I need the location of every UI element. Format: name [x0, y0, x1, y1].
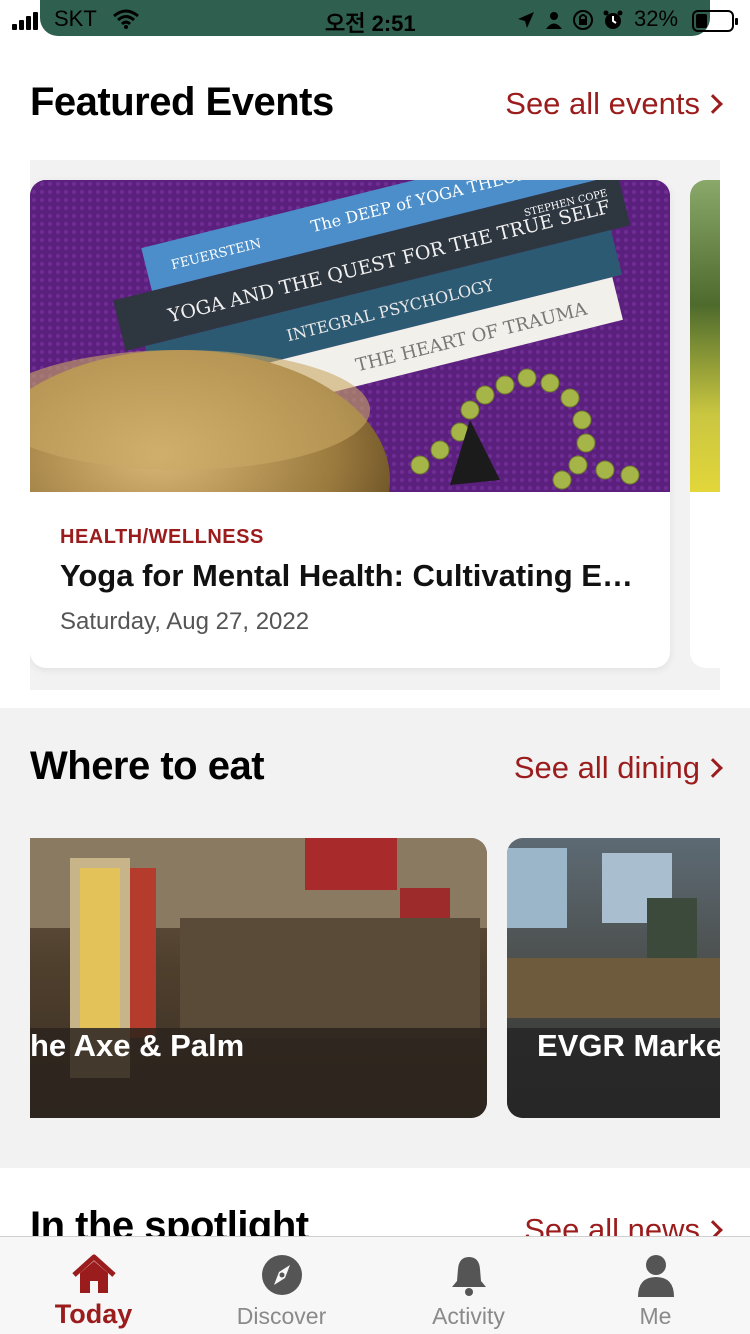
event-card[interactable]: FEUERSTEIN The DEEP of YOGA THEORY AND P… [30, 180, 670, 668]
alarm-icon [603, 10, 623, 29]
where-to-eat-title: Where to eat [30, 744, 265, 788]
dining-card-name: EVGR Market [537, 1028, 720, 1063]
status-icons [516, 8, 628, 32]
compass-icon [261, 1255, 302, 1295]
signal-icon [12, 12, 40, 30]
tab-today-label: Today [54, 1299, 133, 1329]
dining-card[interactable]: he Axe & Palm [30, 838, 487, 1118]
featured-events-carousel[interactable]: FEUERSTEIN The DEEP of YOGA THEORY AND P… [30, 160, 720, 690]
event-card-next[interactable] [690, 180, 720, 668]
person-icon [637, 1255, 674, 1297]
tab-activity[interactable]: Activity [375, 1237, 562, 1334]
chevron-right-icon [703, 758, 723, 778]
event-title: Yoga for Mental Health: Cultivating E… [60, 558, 633, 593]
see-all-dining-label: See all dining [513, 750, 700, 785]
featured-events-title: Featured Events [30, 80, 334, 124]
dining-image [507, 848, 720, 1118]
tab-discover[interactable]: Discover [188, 1237, 375, 1334]
tab-me-label: Me [639, 1303, 672, 1329]
tab-bar: Today Discover Activity Me [0, 1236, 750, 1334]
status-bar-row: SKT 오전 2:51 32% [0, 4, 750, 36]
dining-image [30, 838, 487, 1118]
battery-percent: 32% [634, 6, 679, 31]
spotlight-title: In the spotlight [30, 1204, 309, 1236]
bell-icon [451, 1257, 486, 1296]
yoga-books-illustration: FEUERSTEIN The DEEP of YOGA THEORY AND P… [30, 180, 670, 492]
event-date: Saturday, Aug 27, 2022 [60, 608, 310, 635]
person-icon [546, 12, 562, 29]
battery-icon [692, 10, 738, 32]
tab-today[interactable]: Today [0, 1237, 187, 1334]
see-all-dining-link[interactable]: See all dining [513, 750, 723, 786]
location-icon [518, 12, 534, 28]
event-category: HEALTH/WELLNESS [60, 526, 264, 548]
tab-activity-label: Activity [432, 1303, 505, 1329]
event-image: FEUERSTEIN The DEEP of YOGA THEORY AND P… [30, 180, 670, 492]
see-all-events-link[interactable]: See all events [505, 86, 723, 122]
event-image-next [690, 180, 720, 492]
home-icon [71, 1254, 116, 1293]
wifi-icon [113, 9, 139, 29]
carrier-label: SKT [54, 6, 97, 31]
spotlight-section: In the spotlight See all news [0, 1168, 750, 1236]
see-all-events-label: See all events [505, 86, 700, 121]
status-bar: SKT 오전 2:51 32% [0, 0, 750, 40]
see-all-news-link[interactable]: See all news [524, 1212, 723, 1236]
rotation-lock-icon [573, 10, 593, 30]
dining-card[interactable]: EVGR Market [507, 838, 720, 1118]
tab-me[interactable]: Me [562, 1237, 749, 1334]
dining-carousel[interactable]: he Axe & Palm EVGR Market [30, 818, 720, 1148]
see-all-news-label: See all news [524, 1212, 700, 1236]
status-time: 오전 2:51 [325, 11, 416, 36]
chevron-right-icon [703, 1220, 723, 1236]
dining-card-name: he Axe & Palm [30, 1028, 245, 1063]
chevron-right-icon [703, 94, 723, 114]
tab-discover-label: Discover [236, 1303, 327, 1329]
